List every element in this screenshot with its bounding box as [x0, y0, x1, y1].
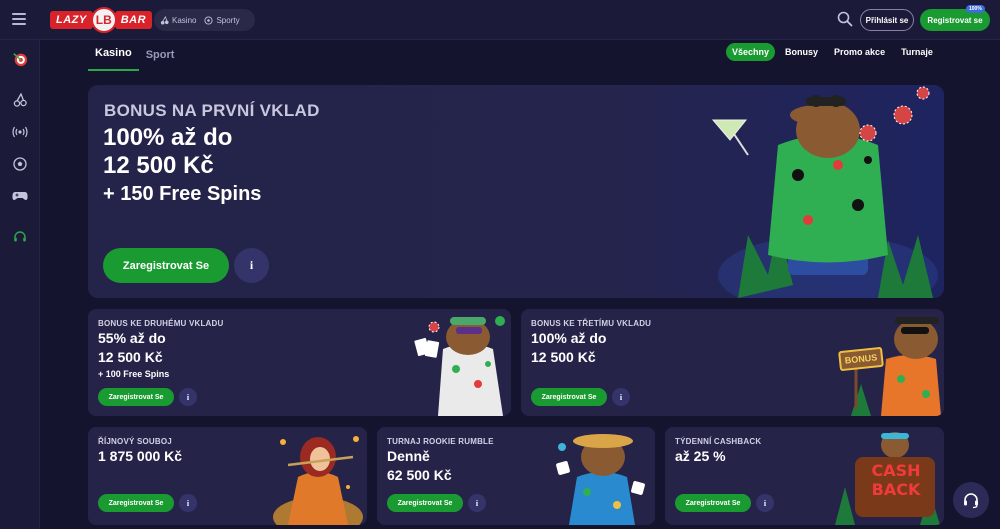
capybara-dice-illustration: [556, 434, 645, 525]
promo-card-october-duel: ŘÍJNOVÝ SOUBOJ 1 875 000 Kč Zaregistrova…: [88, 427, 367, 525]
top-bar: LAZY LB BAR Kasino Sporty Přihlásit se R…: [0, 0, 1000, 40]
product-sporty-label: Sporty: [216, 15, 240, 25]
filter-promotions[interactable]: Promo akce: [828, 43, 891, 61]
tab-kasino[interactable]: Kasino: [88, 47, 139, 71]
promo-card-rookie-rumble: TURNAJ ROOKIE RUMBLE Denně 62 500 Kč Zar…: [377, 427, 655, 525]
card-info-button[interactable]: i: [468, 494, 486, 512]
card-title-line1: Denně: [387, 448, 430, 464]
hero-title-line2: 12 500 Kč: [103, 152, 214, 179]
dartboard-icon: [13, 53, 28, 67]
cherries-icon: [160, 15, 169, 25]
card-title-line2: 62 500 Kč: [387, 467, 452, 483]
card-title-line1: 1 875 000 Kč: [98, 448, 183, 464]
card-title-line1: 55% až do: [98, 330, 166, 346]
support-chat-button[interactable]: [953, 482, 989, 518]
cashback-sign-text: CASH BACK: [863, 461, 929, 499]
login-button[interactable]: Přihlásit se: [860, 9, 914, 31]
hero-title-line1: 100% až do: [103, 124, 233, 151]
card-register-button[interactable]: Zaregistrovat Se: [387, 494, 463, 512]
menu-icon[interactable]: [12, 13, 26, 25]
tab-sport[interactable]: Sport: [139, 49, 182, 71]
card-register-button[interactable]: Zaregistrovat Se: [675, 494, 751, 512]
card-subtitle: TÝDENNÍ CASHBACK: [675, 437, 762, 446]
cashback-sign-line2: BACK: [871, 480, 921, 499]
live-signal-icon: [12, 126, 28, 138]
sidebar: [0, 40, 40, 529]
card-register-button[interactable]: Zaregistrovat Se: [531, 388, 607, 406]
product-tabs: Kasino Sport: [88, 40, 181, 71]
sidebar-item-esports[interactable]: [12, 188, 28, 204]
logo-text-left: LAZY: [50, 11, 93, 29]
card-title-line2: 12 500 Kč: [98, 349, 163, 365]
filter-bonuses[interactable]: Bonusy: [779, 43, 824, 61]
card-info-button[interactable]: i: [612, 388, 630, 406]
product-switch: Kasino Sporty: [154, 9, 255, 31]
hero-info-button[interactable]: i: [234, 248, 269, 283]
headset-icon: [964, 493, 978, 509]
promo-filters: Všechny Bonusy Promo akce Turnaje: [726, 43, 939, 61]
product-kasino[interactable]: Kasino: [160, 15, 197, 25]
card-info-button[interactable]: i: [179, 494, 197, 512]
ball-icon: [204, 15, 214, 25]
card-info-button[interactable]: i: [179, 388, 197, 406]
card-info-button[interactable]: i: [756, 494, 774, 512]
card-title-line1: 100% až do: [531, 330, 607, 346]
card-title-line2: 12 500 Kč: [531, 349, 596, 365]
sidebar-item-live[interactable]: [12, 124, 28, 140]
sidebar-item-casino[interactable]: [12, 92, 28, 108]
gamepad-icon: [12, 192, 28, 200]
sidebar-item-support[interactable]: [12, 229, 28, 245]
card-subtitle: ŘÍJNOVÝ SOUBOJ: [98, 437, 172, 446]
promo-card-weekly-cashback: TÝDENNÍ CASHBACK až 25 % Zaregistrovat S…: [665, 427, 944, 525]
card-subtitle: BONUS KE DRUHÉMU VKLADU: [98, 319, 224, 328]
logo-text-right: BAR: [114, 11, 153, 29]
product-kasino-label: Kasino: [172, 15, 197, 25]
card-subtitle: BONUS KE TŘETÍMU VKLADU: [531, 319, 652, 328]
card-extra: + 100 Free Spins: [98, 369, 170, 379]
headset-icon: [14, 231, 26, 242]
logo[interactable]: LAZY LB BAR: [50, 7, 153, 33]
search-icon[interactable]: [837, 11, 853, 27]
sidebar-item-sport[interactable]: [12, 156, 28, 172]
capybara-cocktail-illustration: [711, 86, 938, 298]
flute-girl-illustration: [273, 436, 363, 525]
filter-tournaments[interactable]: Turnaje: [895, 43, 939, 61]
card-register-button[interactable]: Zaregistrovat Se: [98, 494, 174, 512]
cashback-sign-line1: CASH: [871, 461, 921, 480]
sidebar-item-promo[interactable]: [12, 51, 28, 67]
product-sporty[interactable]: Sporty: [204, 15, 240, 25]
card-register-button[interactable]: Zaregistrovat Se: [98, 388, 174, 406]
logo-badge: LB: [90, 7, 117, 33]
soccer-ball-icon: [13, 157, 27, 171]
hero-register-button[interactable]: Zaregistrovat Se: [103, 248, 229, 283]
cherries-icon: [13, 93, 27, 107]
bonus-card-second-deposit: BONUS KE DRUHÉMU VKLADU 55% až do 12 500…: [88, 309, 511, 416]
card-subtitle: TURNAJ ROOKIE RUMBLE: [387, 437, 494, 446]
card-title-line1: až 25 %: [675, 448, 726, 464]
hero-subtitle: BONUS NA PRVNÍ VKLAD: [104, 101, 320, 120]
capybara-cards-illustration: [414, 316, 505, 416]
register-badge: 100%: [966, 5, 985, 13]
hero-free-spins: + 150 Free Spins: [103, 183, 262, 205]
bonus-card-third-deposit: BONUS KE TŘETÍMU VKLADU 100% až do 12 50…: [521, 309, 944, 416]
hero-banner: BONUS NA PRVNÍ VKLAD 100% až do 12 500 K…: [88, 85, 944, 298]
filter-all[interactable]: Všechny: [726, 43, 776, 61]
